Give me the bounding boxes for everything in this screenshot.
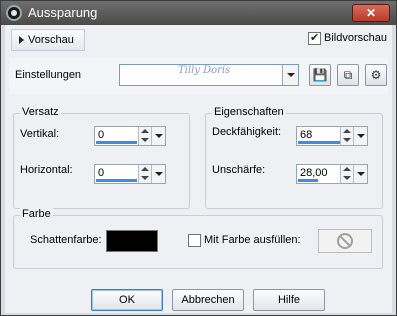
- farbe-title: Farbe: [20, 208, 53, 220]
- spin-up-icon[interactable]: [343, 167, 351, 171]
- title-bar[interactable]: Aussparung ✕: [1, 1, 396, 25]
- versatz-group: Versatz Vertikal: 0 Horizontal: 0: [13, 106, 190, 209]
- blur-label: Unschärfe:: [212, 164, 266, 176]
- cancel-button[interactable]: Abbrechen: [172, 289, 244, 311]
- dialog-window: Aussparung ✕ Vorschau Bildvorschau Einst…: [0, 0, 397, 316]
- manage-presets-button[interactable]: ⚙: [365, 64, 387, 86]
- fill-color-checkbox[interactable]: [188, 234, 201, 247]
- shadow-color-swatch[interactable]: [106, 230, 158, 252]
- horizontal-stepper[interactable]: 0: [94, 164, 166, 184]
- spin-up-icon[interactable]: [141, 167, 149, 171]
- shadow-color-label: Schattenfarbe:: [30, 234, 102, 246]
- cube-icon: ⧉: [343, 68, 353, 82]
- chevron-down-icon[interactable]: [151, 127, 165, 145]
- eigenschaften-title: Eigenschaften: [212, 106, 286, 118]
- chevron-down-icon[interactable]: [282, 65, 298, 85]
- fill-color-label: Mit Farbe ausfüllen:: [204, 234, 301, 246]
- chevron-down-icon[interactable]: [151, 165, 165, 183]
- horizontal-value: 0: [98, 167, 105, 179]
- spin-down-icon[interactable]: [343, 176, 351, 180]
- horizontal-slider-bar[interactable]: [96, 179, 137, 182]
- bildvorschau-label: Bildvorschau: [324, 32, 387, 44]
- vertical-spin-arrows[interactable]: [138, 127, 151, 145]
- spin-down-icon[interactable]: [141, 138, 149, 142]
- chevron-down-icon[interactable]: [353, 127, 367, 145]
- help-button[interactable]: Hilfe: [253, 289, 325, 311]
- opacity-slider-bar[interactable]: [298, 141, 341, 144]
- blur-value: 28,00: [300, 167, 328, 179]
- opacity-stepper[interactable]: 68: [296, 126, 368, 146]
- vertical-label: Vertikal:: [20, 128, 60, 140]
- versatz-title: Versatz: [20, 106, 61, 118]
- vertical-stepper[interactable]: 0: [94, 126, 166, 146]
- settings-label: Einstellungen: [15, 69, 82, 81]
- vertical-slider-bar[interactable]: [96, 141, 137, 144]
- fill-color-swatch[interactable]: [318, 229, 372, 253]
- settings-row: Einstellungen Tilly Doris 💾 ⧉ ⚙: [9, 58, 388, 94]
- chevron-down-icon[interactable]: [353, 165, 367, 183]
- expand-triangle-icon: [19, 36, 24, 44]
- preset-dropdown[interactable]: Tilly Doris: [119, 64, 299, 86]
- close-x-icon: ✕: [365, 6, 377, 20]
- no-color-icon: [337, 233, 353, 249]
- app-icon: [6, 5, 22, 21]
- eigenschaften-group: Eigenschaften Deckfähigkeit: 68 Unschärf…: [205, 106, 383, 209]
- manage-presets-icon: ⚙: [370, 68, 382, 82]
- window-title: Aussparung: [28, 5, 98, 20]
- blur-stepper[interactable]: 28,00: [296, 164, 368, 184]
- close-button[interactable]: ✕: [352, 4, 390, 22]
- save-preset-button[interactable]: 💾: [309, 64, 331, 86]
- blur-spin-arrows[interactable]: [340, 165, 353, 183]
- preview-toggle-label: Vorschau: [28, 34, 74, 46]
- ok-button[interactable]: OK: [91, 289, 163, 311]
- save-icon: 💾: [312, 68, 328, 82]
- preview-toggle[interactable]: Vorschau: [11, 29, 85, 51]
- spin-up-icon[interactable]: [141, 129, 149, 133]
- opacity-value: 68: [300, 129, 313, 141]
- horizontal-label: Horizontal:: [20, 164, 73, 176]
- randomize-button[interactable]: ⧉: [337, 64, 359, 86]
- watermark-logo: Tilly Doris: [178, 65, 231, 76]
- bildvorschau-checkbox[interactable]: [308, 31, 321, 45]
- vertical-value: 0: [98, 129, 105, 141]
- blur-slider-bar[interactable]: [298, 179, 318, 182]
- spin-up-icon[interactable]: [343, 129, 351, 133]
- opacity-spin-arrows[interactable]: [340, 127, 353, 145]
- dialog-body: Vorschau Bildvorschau Einstellungen Till…: [5, 25, 392, 313]
- spin-down-icon[interactable]: [141, 176, 149, 180]
- horizontal-spin-arrows[interactable]: [138, 165, 151, 183]
- farbe-group: Farbe Schattenfarbe: Mit Farbe ausfüllen…: [13, 208, 383, 269]
- spin-down-icon[interactable]: [343, 138, 351, 142]
- opacity-label: Deckfähigkeit:: [212, 126, 282, 138]
